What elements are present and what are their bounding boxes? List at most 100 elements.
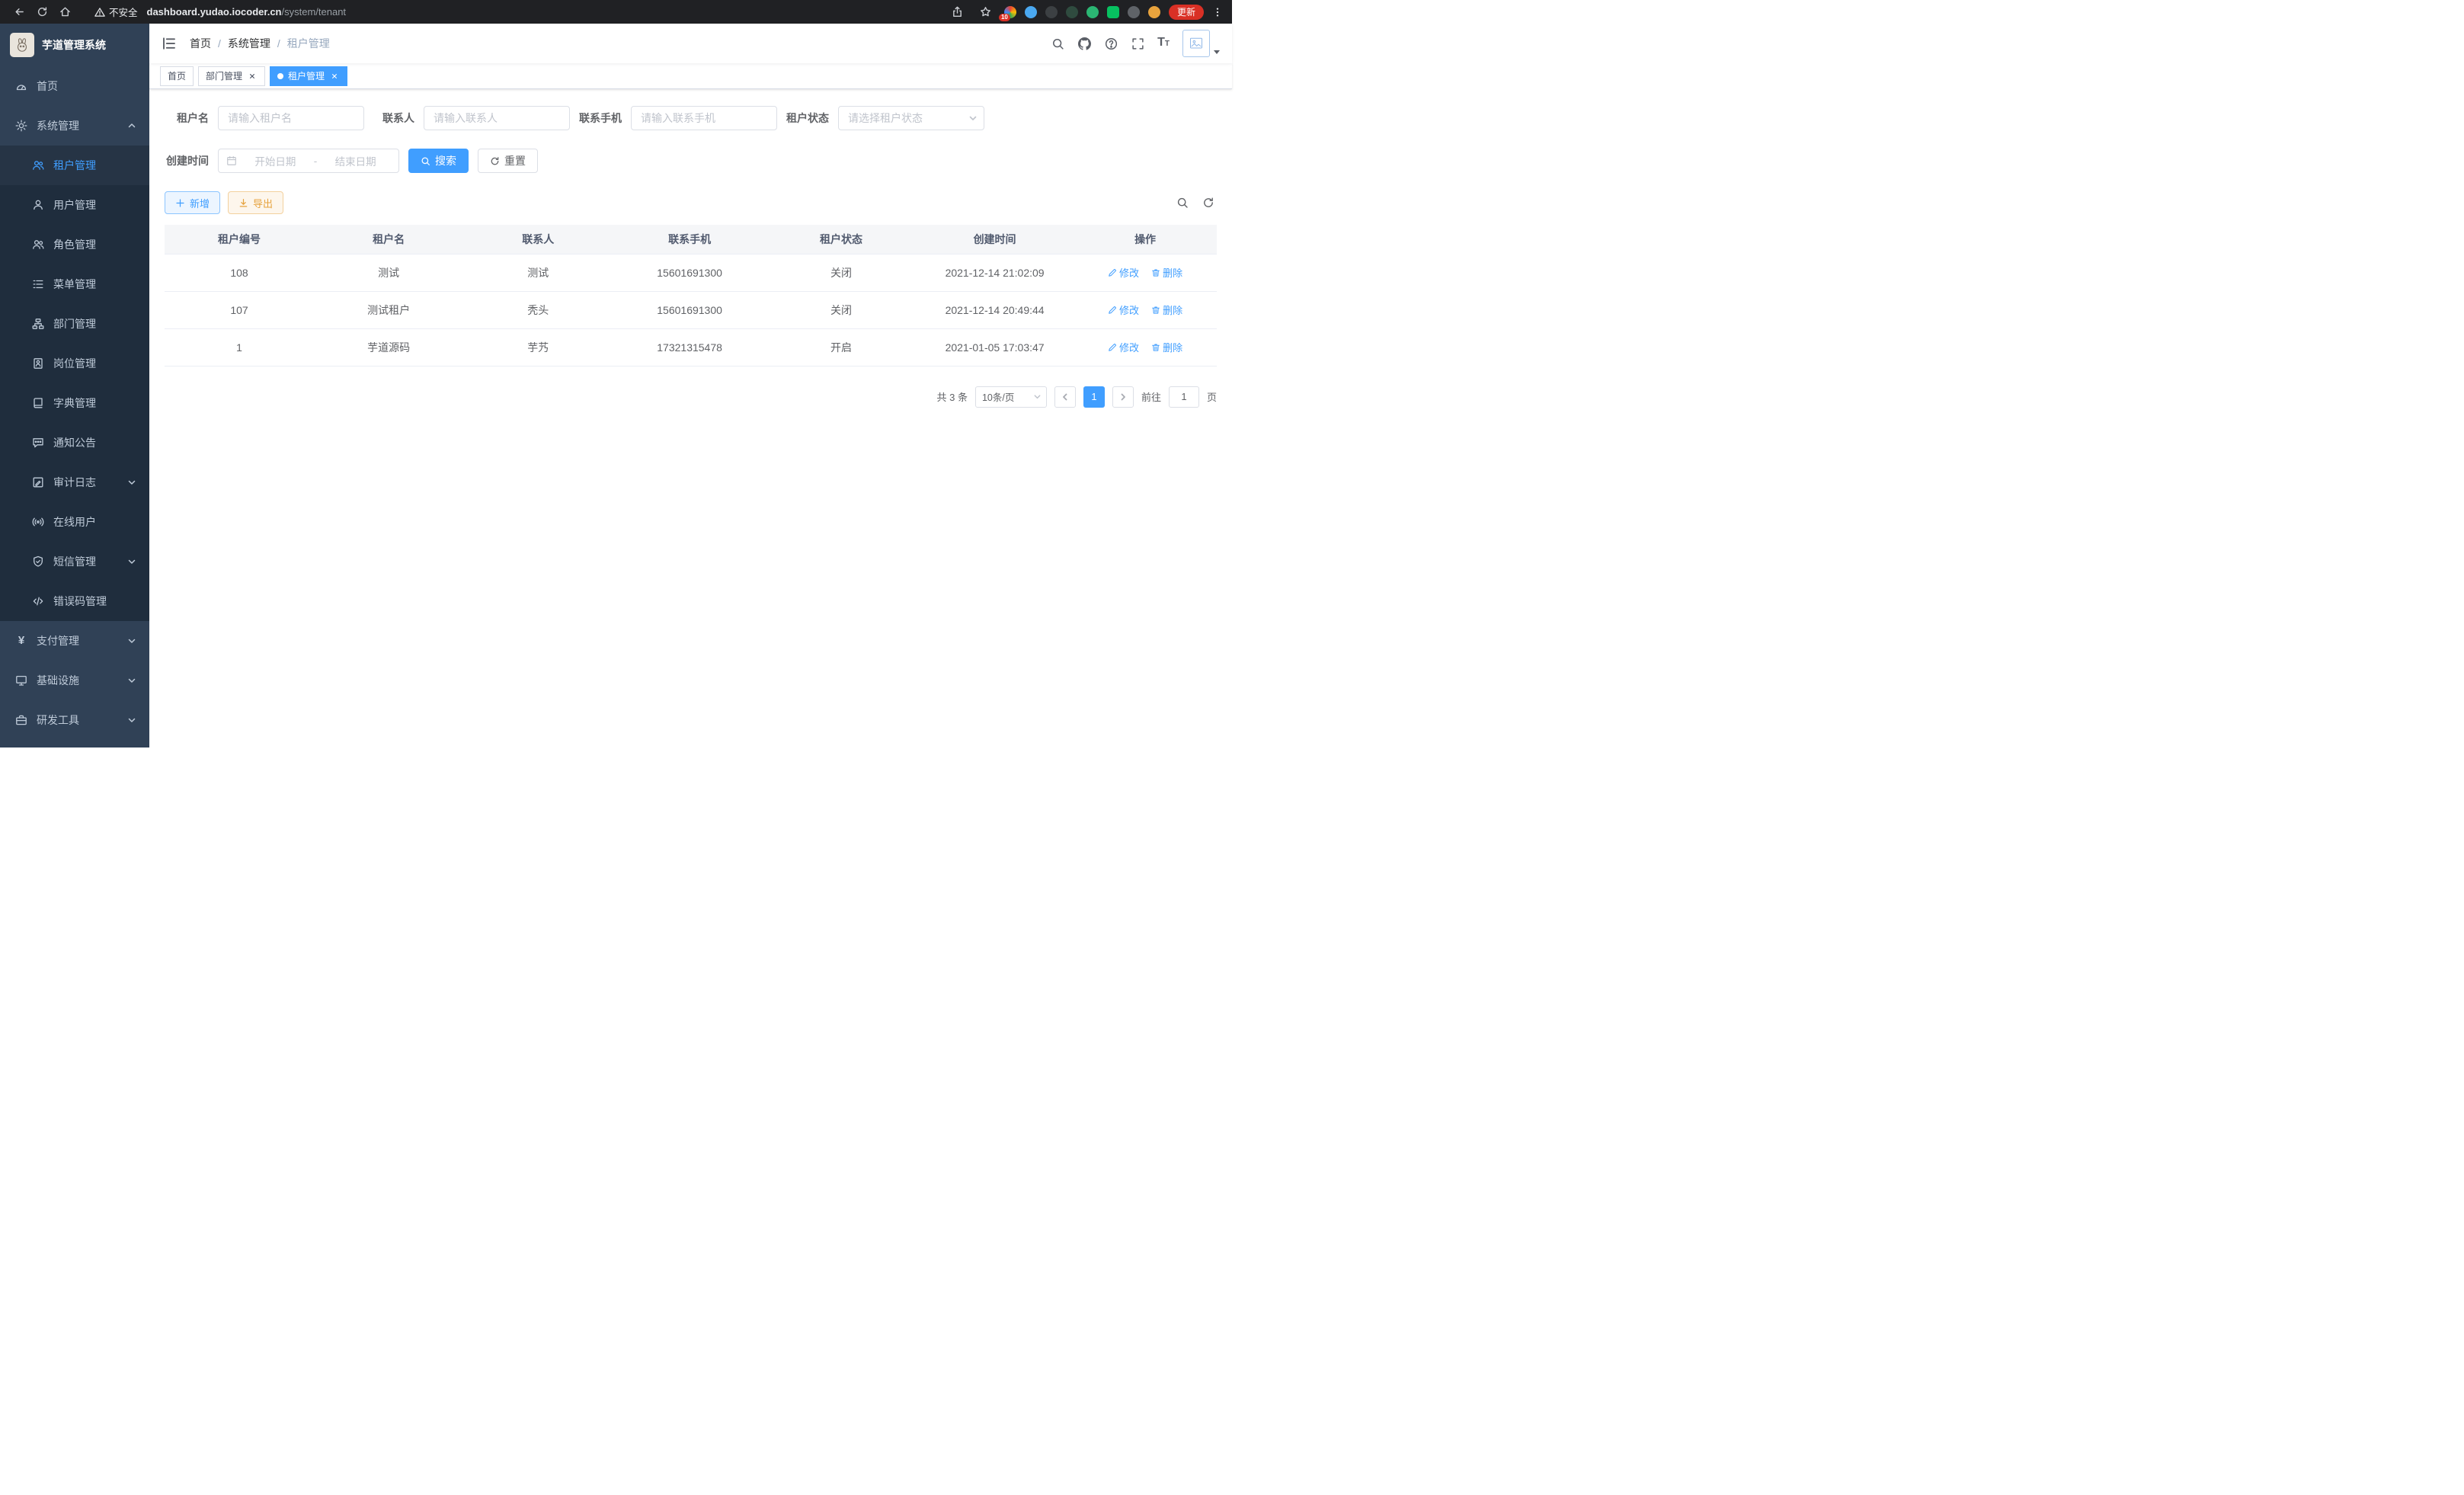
tag-label: 部门管理 [206,69,242,82]
sidebar-item-label: 角色管理 [53,237,96,252]
sidebar-item-error-code-management[interactable]: 错误码管理 [0,581,149,621]
delete-button[interactable]: 删除 [1151,340,1182,354]
user-menu[interactable] [1182,30,1220,57]
sidebar-item-tenant-management[interactable]: 租户管理 [0,146,149,185]
tag-dept-management[interactable]: 部门管理 [198,66,265,86]
date-range-separator: - [314,155,318,167]
cell-status: 关闭 [766,254,916,291]
fullscreen-icon[interactable] [1131,37,1144,50]
sidebar-item-home[interactable]: 首页 [0,66,149,106]
help-icon[interactable] [1104,37,1118,50]
browser-update-button[interactable]: 更新 [1169,5,1204,20]
sidebar-item-audit-log[interactable]: 审计日志 [0,463,149,502]
site-security-indicator[interactable]: 不安全 [94,5,138,19]
table-header-row: 租户编号 租户名 联系人 联系手机 租户状态 创建时间 操作 [165,225,1217,254]
cell-created: 2021-12-14 20:49:44 [916,291,1074,328]
status-select[interactable]: 请选择租户状态 [838,106,984,130]
back-icon[interactable] [9,3,29,21]
sidebar-item-label: 首页 [37,78,58,94]
end-date-placeholder: 结束日期 [320,153,391,168]
cell-name: 芋道源码 [314,328,463,366]
date-range-picker[interactable]: 开始日期 - 结束日期 [218,149,399,173]
sidebar-item-dept-management[interactable]: 部门管理 [0,304,149,344]
extension-icon-6[interactable] [1107,6,1119,18]
sidebar-item-infrastructure[interactable]: 基础设施 [0,661,149,700]
sidebar-item-label: 部门管理 [53,316,96,331]
sidebar-item-menu-management[interactable]: 菜单管理 [0,264,149,304]
edit-button[interactable]: 修改 [1108,340,1139,354]
page-size-select[interactable]: 10条/页 [975,386,1047,408]
breadcrumb-system[interactable]: 系统管理 [228,36,270,51]
extension-icon-7[interactable] [1128,6,1140,18]
column-header-actions: 操作 [1074,225,1217,254]
warning-icon [94,7,105,18]
users-icon [32,159,44,171]
sidebar-item-label: 字典管理 [53,395,96,411]
tag-tenant-management[interactable]: 租户管理 [270,66,347,86]
trash-icon [1151,268,1160,277]
sidebar-item-post-management[interactable]: 岗位管理 [0,344,149,383]
add-button[interactable]: 新增 [165,191,220,214]
github-icon[interactable] [1077,37,1091,50]
extension-icon-2[interactable] [1025,6,1037,18]
address-bar[interactable]: dashboard.yudao.iocoder.cn/system/tenant [147,6,937,18]
page-number-button[interactable]: 1 [1083,386,1105,408]
sidebar-menu: 首页 系统管理 租户管理 用户管理 角色管理 菜单管理 [0,66,149,740]
sidebar-item-user-management[interactable]: 用户管理 [0,185,149,225]
edit-button[interactable]: 修改 [1108,265,1139,280]
close-icon[interactable] [329,71,340,82]
sidebar-item-dict-management[interactable]: 字典管理 [0,383,149,423]
toggle-search-icon[interactable] [1174,194,1191,211]
breadcrumb-separator: / [277,37,280,50]
sidebar-item-role-management[interactable]: 角色管理 [0,225,149,264]
tenant-name-input[interactable] [218,106,364,130]
close-icon[interactable] [247,71,258,82]
create-time-label: 创建时间 [165,153,218,168]
refresh-icon[interactable] [1200,194,1217,211]
delete-button[interactable]: 删除 [1151,303,1182,317]
breadcrumb-home[interactable]: 首页 [190,36,211,51]
contact-input[interactable] [424,106,570,130]
cell-created: 2021-01-05 17:03:47 [916,328,1074,366]
browser-menu-icon[interactable] [1212,7,1223,18]
prev-page-button[interactable] [1054,386,1076,408]
goto-page-input[interactable] [1169,386,1199,408]
pagination: 共 3 条 10条/页 1 前往 页 [165,386,1217,408]
contact-label: 联系人 [364,110,424,126]
tenant-name-label: 租户名 [165,110,218,126]
tag-label: 首页 [168,69,186,82]
sidebar-item-dev-tools[interactable]: 研发工具 [0,700,149,740]
mobile-input[interactable] [631,106,777,130]
extension-icon-1[interactable]: 10 [1004,6,1016,18]
sidebar-item-system-management[interactable]: 系统管理 [0,106,149,146]
home-icon[interactable] [55,3,75,21]
reset-button[interactable]: 重置 [478,149,538,173]
search-button[interactable]: 搜索 [408,149,469,173]
bookmark-star-icon[interactable] [976,3,996,21]
share-icon[interactable] [948,3,968,21]
signal-icon [32,516,44,528]
search-icon[interactable] [1051,37,1064,50]
extension-icon-4[interactable] [1066,6,1078,18]
export-button[interactable]: 导出 [228,191,283,214]
sidebar-item-label: 通知公告 [53,435,96,450]
hamburger-icon[interactable] [162,36,177,51]
next-page-button[interactable] [1112,386,1134,408]
cell-mobile: 15601691300 [613,254,766,291]
extension-icon-5[interactable] [1086,6,1099,18]
extension-icon-3[interactable] [1045,6,1058,18]
sidebar-item-notice-announcement[interactable]: 通知公告 [0,423,149,463]
delete-button[interactable]: 删除 [1151,265,1182,280]
goto-label: 前往 [1141,389,1161,404]
security-label: 不安全 [109,5,138,19]
sidebar-item-sms-management[interactable]: 短信管理 [0,542,149,581]
extension-icon-8[interactable] [1148,6,1160,18]
edit-button[interactable]: 修改 [1108,303,1139,317]
plus-icon [175,198,185,208]
reload-icon[interactable] [32,3,52,21]
sidebar-item-online-users[interactable]: 在线用户 [0,502,149,542]
user-icon [32,199,44,211]
font-size-icon[interactable]: TT [1157,37,1170,50]
tag-home[interactable]: 首页 [160,66,194,86]
sidebar-item-payment-management[interactable]: ¥ 支付管理 [0,621,149,661]
